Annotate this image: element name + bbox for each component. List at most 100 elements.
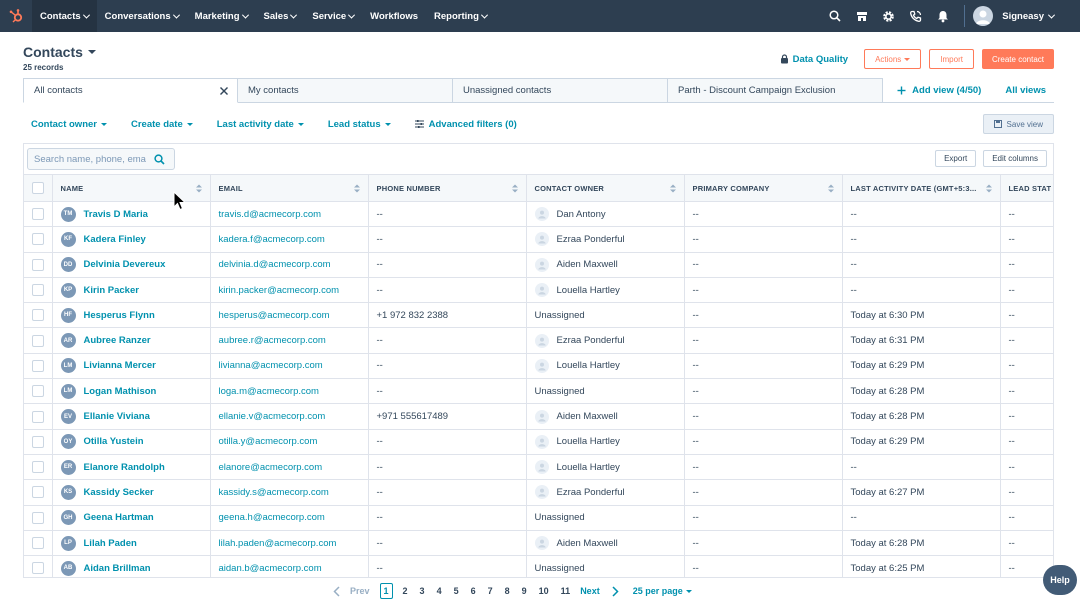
hubspot-logo-icon[interactable] [0, 0, 32, 32]
help-button[interactable]: Help [1043, 565, 1077, 595]
page-current[interactable]: 1 [379, 583, 393, 599]
edit-columns-button[interactable]: Edit columns [983, 150, 1047, 167]
row-checkbox[interactable] [31, 410, 44, 423]
row-checkbox[interactable] [31, 486, 44, 499]
row-checkbox[interactable] [31, 359, 44, 372]
row-checkbox[interactable] [31, 233, 44, 246]
contact-name-link[interactable]: Elanore Randolph [84, 462, 165, 473]
row-checkbox[interactable] [31, 435, 44, 448]
per-page-select[interactable]: 25 per page [633, 586, 692, 596]
page-number[interactable]: 11 [561, 586, 571, 596]
column-header[interactable]: PRIMARY COMPANY [684, 174, 843, 202]
row-checkbox[interactable] [31, 334, 44, 347]
contact-name-link[interactable]: Kirin Packer [84, 285, 139, 296]
tab-discount-campaign-exclusion[interactable]: Parth - Discount Campaign Exclusion [668, 78, 883, 103]
sort-icon[interactable] [985, 184, 992, 193]
email-link[interactable]: otilla.y@acmecorp.com [219, 436, 318, 447]
contact-name-link[interactable]: Geena Hartman [84, 512, 154, 523]
actions-button[interactable]: Actions [864, 49, 922, 69]
tab-my-contacts[interactable]: My contacts [238, 78, 453, 103]
page-number[interactable]: 6 [471, 586, 476, 596]
import-button[interactable]: Import [929, 49, 974, 69]
email-link[interactable]: aubree.r@acmecorp.com [219, 335, 326, 346]
email-link[interactable]: ellanie.v@acmecorp.com [219, 411, 326, 422]
nav-item-contacts[interactable]: Contacts [32, 0, 97, 32]
page-number[interactable]: 7 [488, 586, 493, 596]
email-link[interactable]: geena.h@acmecorp.com [219, 512, 325, 523]
column-header[interactable]: LEAD STAT [1000, 174, 1053, 202]
page-number[interactable]: 2 [403, 586, 408, 596]
page-number[interactable]: 10 [539, 586, 549, 596]
contact-name-link[interactable]: Otilla Yustein [84, 436, 144, 447]
nav-item-reporting[interactable]: Reporting [426, 0, 495, 32]
row-checkbox[interactable] [31, 562, 44, 575]
row-checkbox[interactable] [31, 284, 44, 297]
save-view-button[interactable]: Save view [982, 114, 1054, 134]
column-header[interactable]: PHONE NUMBER [368, 174, 527, 202]
all-views-link[interactable]: All views [1005, 85, 1046, 96]
column-header[interactable]: LAST ACTIVITY DATE (GMT+5:3... [842, 174, 1001, 202]
page-number[interactable]: 4 [437, 586, 442, 596]
email-link[interactable]: loga.m@acmecorp.com [219, 386, 319, 397]
tab-unassigned-contacts[interactable]: Unassigned contacts [453, 78, 668, 103]
column-header[interactable]: EMAIL [210, 174, 369, 202]
close-icon[interactable] [219, 86, 229, 96]
contact-name-link[interactable]: Kassidy Secker [84, 487, 154, 498]
nav-item-service[interactable]: Service [304, 0, 362, 32]
prev-page-button[interactable]: Prev [333, 585, 370, 597]
sort-icon[interactable] [827, 184, 834, 193]
email-link[interactable]: delvinia.d@acmecorp.com [219, 259, 331, 270]
sort-icon[interactable] [669, 184, 676, 193]
next-page-button[interactable]: Next [580, 585, 619, 597]
marketplace-icon[interactable] [848, 0, 875, 32]
email-link[interactable]: elanore@acmecorp.com [219, 462, 323, 473]
row-checkbox[interactable] [31, 537, 44, 549]
contact-name-link[interactable]: Hesperus Flynn [84, 310, 155, 321]
email-link[interactable]: travis.d@acmecorp.com [219, 209, 322, 220]
select-all-checkbox[interactable] [31, 182, 44, 194]
contact-name-link[interactable]: Kadera Finley [84, 234, 146, 245]
nav-item-sales[interactable]: Sales [256, 0, 305, 32]
email-link[interactable]: kassidy.s@acmecorp.com [219, 487, 329, 498]
row-checkbox[interactable] [31, 511, 44, 524]
contact-name-link[interactable]: Ellanie Viviana [84, 411, 150, 422]
page-number[interactable]: 8 [505, 586, 510, 596]
page-number[interactable]: 5 [454, 586, 459, 596]
contact-name-link[interactable]: Travis D Maria [84, 209, 148, 220]
email-link[interactable]: hesperus@acmecorp.com [219, 310, 330, 321]
filter-create-date[interactable]: Create date [131, 119, 193, 130]
page-number[interactable]: 9 [522, 586, 527, 596]
contact-name-link[interactable]: Logan Mathison [84, 386, 157, 397]
nav-item-conversations[interactable]: Conversations [97, 0, 187, 32]
email-link[interactable]: kadera.f@acmecorp.com [219, 234, 325, 245]
filter-contact-owner[interactable]: Contact owner [31, 119, 107, 130]
email-link[interactable]: kirin.packer@acmecorp.com [219, 285, 340, 296]
search-icon[interactable] [146, 149, 172, 169]
contact-name-link[interactable]: Delvinia Devereux [84, 259, 166, 270]
advanced-filters-button[interactable]: Advanced filters (0) [414, 119, 517, 130]
row-checkbox[interactable] [31, 385, 44, 398]
sort-icon[interactable] [195, 184, 202, 193]
row-checkbox[interactable] [31, 461, 44, 474]
filter-lead-status[interactable]: Lead status [328, 119, 391, 130]
create-contact-button[interactable]: Create contact [981, 49, 1054, 69]
contact-name-link[interactable]: Aubree Ranzer [84, 335, 151, 346]
row-checkbox[interactable] [31, 258, 44, 271]
data-quality-link[interactable]: Data Quality [780, 54, 848, 65]
nav-item-workflows[interactable]: Workflows [362, 0, 426, 32]
search-input[interactable] [28, 153, 146, 165]
row-checkbox[interactable] [31, 208, 44, 221]
sort-icon[interactable] [511, 184, 518, 193]
contact-name-link[interactable]: Aidan Brillman [84, 563, 151, 574]
calling-icon[interactable] [902, 0, 929, 32]
email-link[interactable]: lilah.paden@acmecorp.com [219, 538, 337, 549]
nav-item-marketing[interactable]: Marketing [187, 0, 256, 32]
email-link[interactable]: aidan.b@acmecorp.com [219, 563, 322, 574]
settings-gear-icon[interactable] [875, 0, 902, 32]
sort-icon[interactable] [353, 184, 360, 193]
page-number[interactable]: 3 [420, 586, 425, 596]
tab-all-contacts[interactable]: All contacts [23, 78, 238, 103]
add-view-button[interactable]: Add view (4/50) [897, 85, 981, 96]
row-checkbox[interactable] [31, 309, 44, 322]
filter-last-activity-date[interactable]: Last activity date [217, 119, 304, 130]
